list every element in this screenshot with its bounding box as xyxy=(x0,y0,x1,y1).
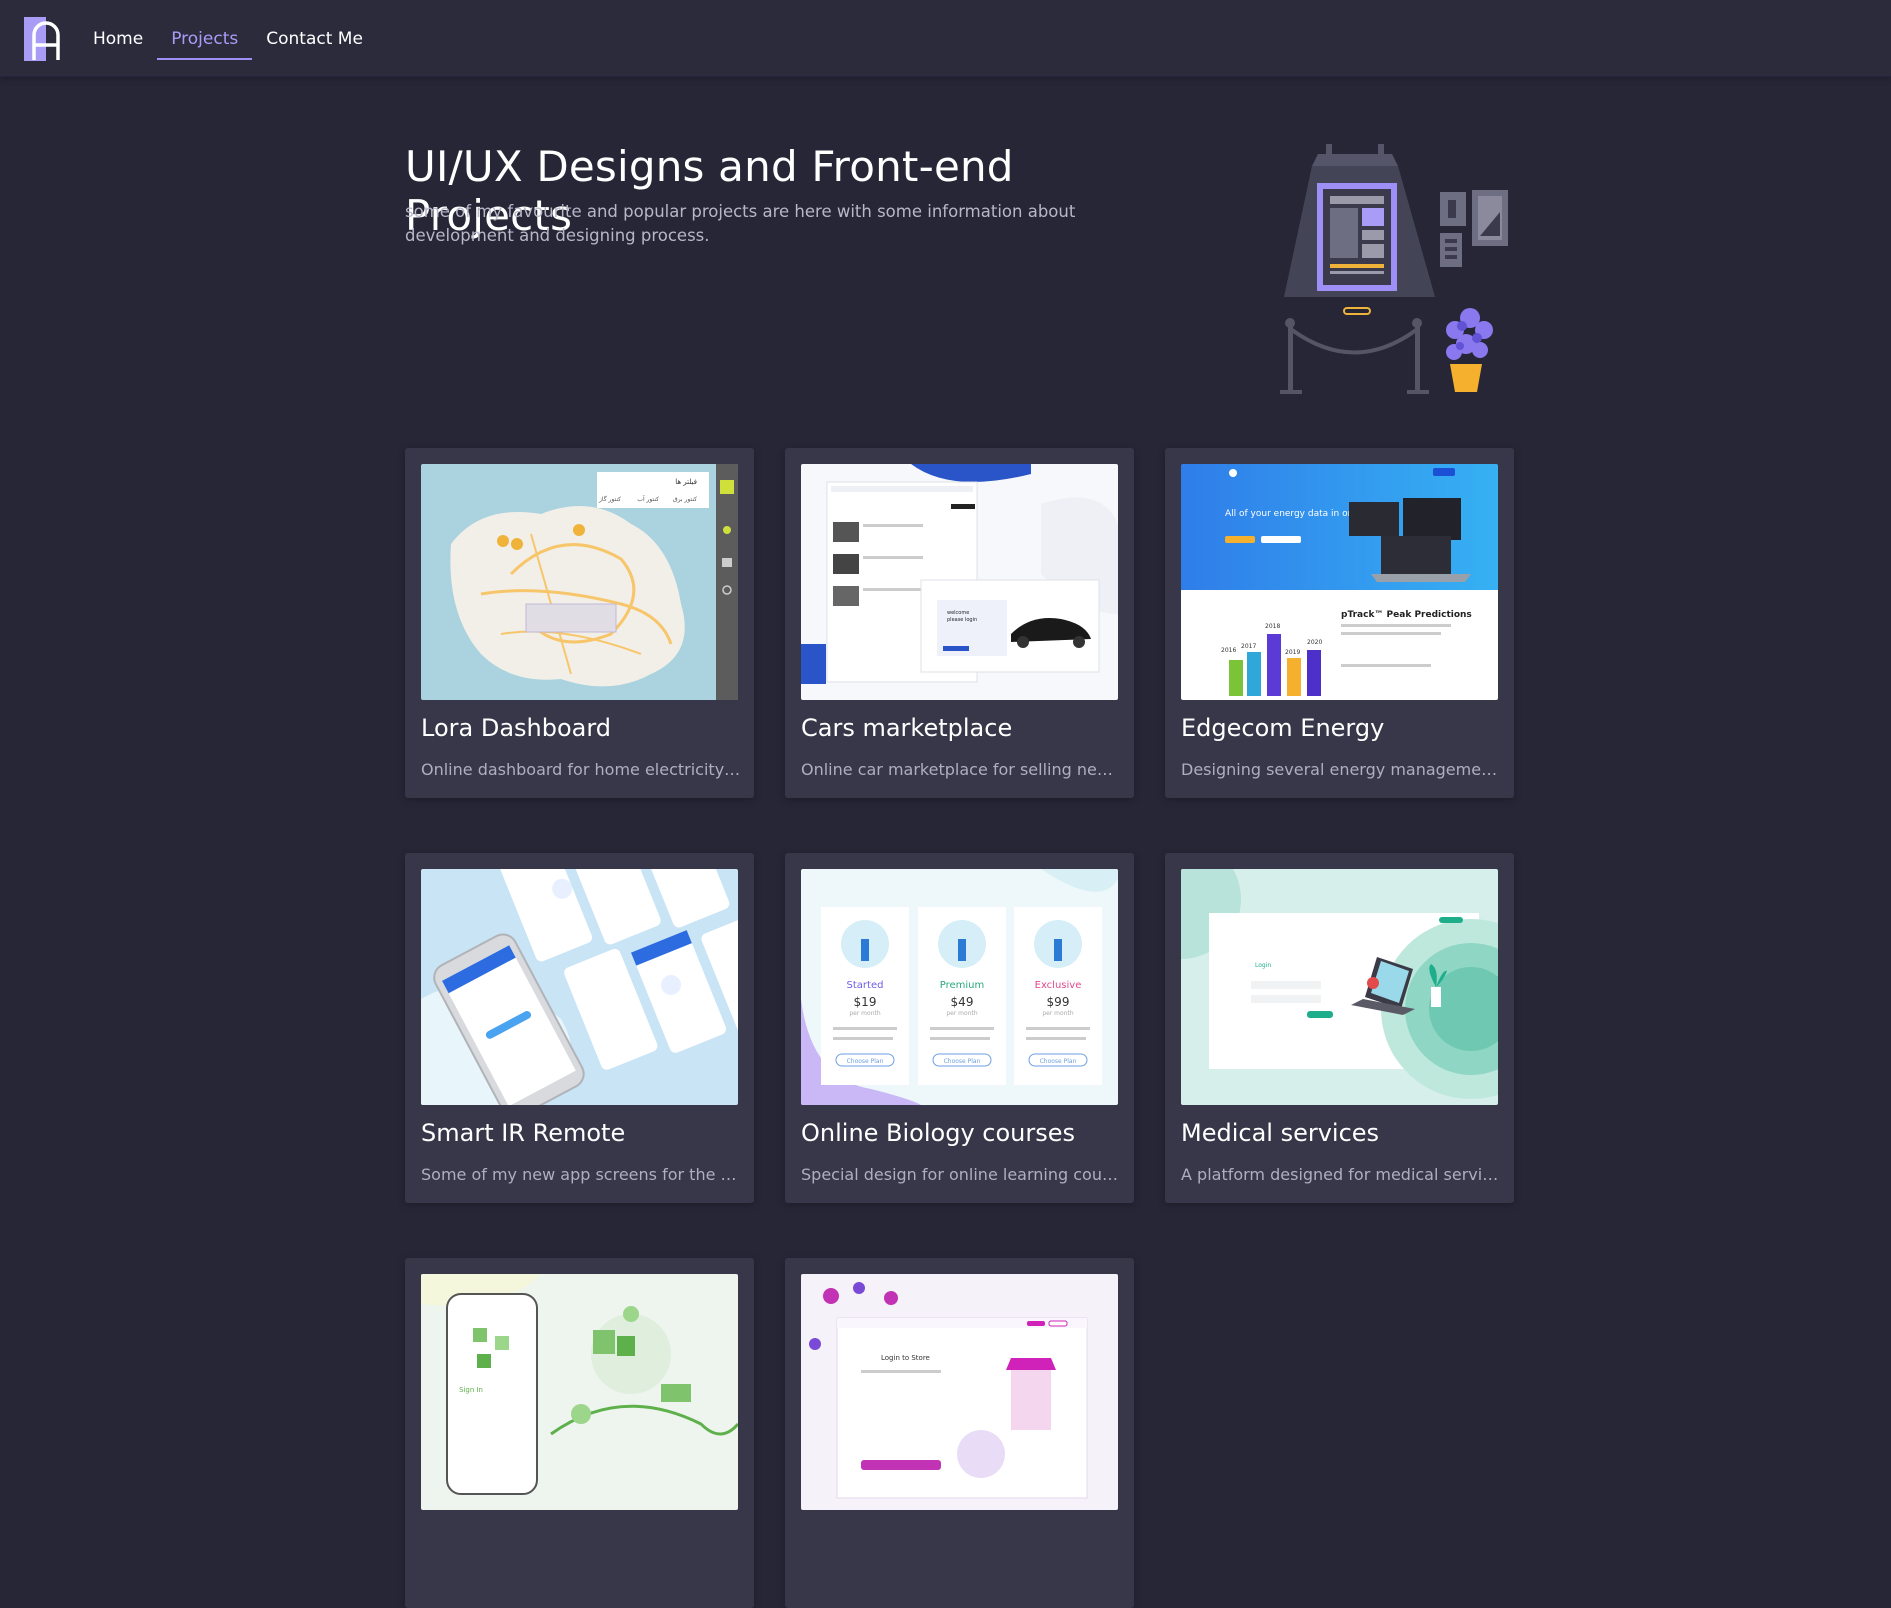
svg-text:Exclusive: Exclusive xyxy=(1035,980,1082,991)
nav-contact-me[interactable]: Contact Me xyxy=(252,0,377,77)
project-thumbnail: فیلتر ها کنتور برق کنتور آب کنتور گاز xyxy=(421,464,738,700)
project-card-smart-ir-remote[interactable]: Smart IR Remote Some of my new app scree… xyxy=(405,853,754,1203)
project-description: Online dashboard for home electricity m.… xyxy=(421,760,741,779)
svg-text:$99: $99 xyxy=(1047,995,1070,1009)
project-description: A platform designed for medical services… xyxy=(1181,1165,1501,1184)
project-title: Edgecom Energy xyxy=(1181,714,1385,742)
project-title: Online Biology courses xyxy=(801,1119,1076,1147)
svg-text:Sign In: Sign In xyxy=(459,1386,483,1394)
project-title: Smart IR Remote xyxy=(421,1119,626,1147)
svg-text:Premium: Premium xyxy=(940,980,985,991)
project-description: Online car marketplace for selling new o… xyxy=(801,760,1121,779)
project-title: Medical services xyxy=(1181,1119,1380,1147)
project-title: Cars marketplace xyxy=(801,714,1013,742)
project-card-lora-dashboard[interactable]: فیلتر ها کنتور برق کنتور آب کنتور گاز Lo… xyxy=(405,448,754,798)
svg-text:Choose Plan: Choose Plan xyxy=(944,1058,981,1065)
main-nav: Home Projects Contact Me xyxy=(79,0,377,77)
project-title: Lora Dashboard xyxy=(421,714,612,742)
svg-text:$49: $49 xyxy=(951,995,974,1009)
svg-text:کنتور برق: کنتور برق xyxy=(673,496,697,503)
project-card-8[interactable]: Login to Store xyxy=(785,1258,1134,1608)
site-logo[interactable] xyxy=(24,17,64,61)
project-description: Special design for online learning cours… xyxy=(801,1165,1121,1184)
project-thumbnail: All of your energy data in one place. pT… xyxy=(1181,464,1498,700)
project-card-medical-services[interactable]: Login Medical services A platform design… xyxy=(1165,853,1514,1203)
svg-text:Choose Plan: Choose Plan xyxy=(847,1058,884,1065)
svg-text:welcome: welcome xyxy=(947,610,969,616)
svg-text:2018: 2018 xyxy=(1265,623,1280,630)
svg-text:Login: Login xyxy=(1255,962,1271,969)
svg-text:please login: please login xyxy=(947,617,977,623)
nav-home[interactable]: Home xyxy=(79,0,157,77)
project-card-7[interactable]: Sign In xyxy=(405,1258,754,1608)
svg-text:2019: 2019 xyxy=(1285,649,1300,656)
svg-text:pTrack™ Peak Predictions: pTrack™ Peak Predictions xyxy=(1341,610,1472,620)
project-card-cars-marketplace[interactable]: welcome please login Cars marketplace On… xyxy=(785,448,1134,798)
svg-text:Choose Plan: Choose Plan xyxy=(1040,1058,1077,1065)
nav-projects[interactable]: Projects xyxy=(157,0,253,77)
project-card-online-biology-courses[interactable]: Started Premium Exclusive $19 $49 $99 pe… xyxy=(785,853,1134,1203)
thumb-panel-title: فیلتر ها xyxy=(675,478,697,486)
project-thumbnail xyxy=(421,869,738,1105)
project-thumbnail: Login to Store xyxy=(801,1274,1118,1510)
svg-text:Login to Store: Login to Store xyxy=(881,1354,930,1362)
svg-text:کنتور آب: کنتور آب xyxy=(637,494,659,503)
svg-text:2020: 2020 xyxy=(1307,639,1322,646)
svg-text:کنتور گاز: کنتور گاز xyxy=(598,495,621,503)
project-thumbnail: Sign In xyxy=(421,1274,738,1510)
project-description: Designing several energy management d... xyxy=(1181,760,1501,779)
svg-text:$19: $19 xyxy=(854,995,877,1009)
project-card-edgecom-energy[interactable]: All of your energy data in one place. pT… xyxy=(1165,448,1514,798)
svg-text:2016: 2016 xyxy=(1221,647,1236,654)
project-description: Some of my new app screens for the Sm... xyxy=(421,1165,741,1184)
svg-text:per month: per month xyxy=(849,1010,881,1017)
project-thumbnail: Login xyxy=(1181,869,1498,1105)
svg-text:per month: per month xyxy=(1042,1010,1074,1017)
svg-text:Started: Started xyxy=(847,980,884,991)
svg-text:2017: 2017 xyxy=(1241,643,1256,650)
logo-icon xyxy=(24,17,60,61)
top-navbar: Home Projects Contact Me xyxy=(0,0,1891,77)
project-thumbnail: Started Premium Exclusive $19 $49 $99 pe… xyxy=(801,869,1118,1105)
gallery-illustration xyxy=(1270,140,1520,402)
page-subtitle: some of my favourite and popular project… xyxy=(405,202,1076,245)
project-thumbnail: welcome please login xyxy=(801,464,1118,700)
svg-text:per month: per month xyxy=(946,1010,978,1017)
